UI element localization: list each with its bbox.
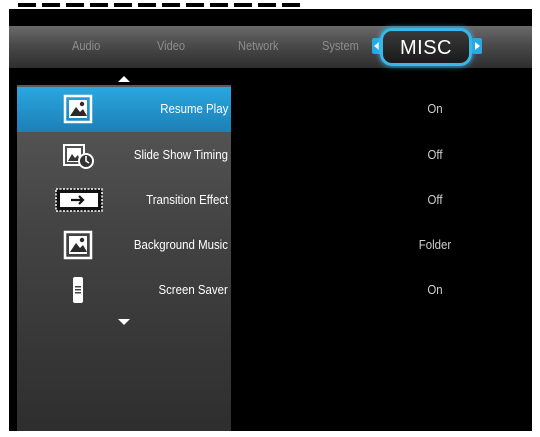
tab-audio[interactable]: Audio (72, 38, 100, 53)
border-dash (90, 3, 108, 7)
tab-misc[interactable]: MISC (380, 28, 472, 66)
border-dash (138, 3, 156, 7)
menu-item-slide-show-timing[interactable]: Slide Show Timing (17, 133, 231, 178)
screen-saver-value[interactable]: On (387, 282, 484, 297)
tab-network[interactable]: Network (238, 38, 279, 53)
transition-icon (55, 188, 103, 212)
border-dash (42, 3, 60, 7)
right-border (532, 0, 540, 437)
border-dash (114, 3, 132, 7)
border-dash (186, 3, 204, 7)
slide-show-timing-value[interactable]: Off (387, 147, 484, 162)
slideshow-timer-icon (63, 144, 94, 169)
menu-item-label: Background Music (133, 237, 228, 252)
tab-system[interactable]: System (322, 38, 359, 53)
menu-item-label: Slide Show Timing (133, 147, 228, 162)
border-dash (162, 3, 180, 7)
tab-video[interactable]: Video (157, 38, 185, 53)
scroll-down-icon[interactable] (118, 319, 130, 325)
background-music-value[interactable]: Folder (387, 237, 484, 252)
left-border (0, 0, 9, 437)
border-dash (210, 3, 228, 7)
border-dash (234, 3, 252, 7)
tab-misc-label: MISC (400, 37, 452, 59)
border-dash (18, 3, 36, 7)
scroll-up-icon[interactable] (118, 76, 130, 82)
resume-play-value[interactable]: On (387, 101, 484, 116)
menu-item-label: Transition Effect (145, 192, 228, 207)
tab-next-arrow-icon[interactable] (472, 38, 482, 54)
menu-item-screen-saver[interactable]: Screen Saver (17, 268, 231, 313)
menu-item-resume-play[interactable]: Resume Play (17, 87, 231, 132)
border-dash (258, 3, 276, 7)
remote-icon (73, 277, 83, 303)
photo-icon (63, 94, 93, 124)
menu-item-label: Screen Saver (158, 282, 228, 297)
menu-item-background-music[interactable]: Background Music (17, 223, 231, 268)
menu-item-transition-effect[interactable]: Transition Effect (17, 178, 231, 223)
music-photo-icon (63, 230, 93, 260)
border-dash (282, 3, 300, 7)
menu-item-label: Resume Play (159, 101, 228, 116)
bottom-border (0, 431, 540, 437)
top-border (0, 0, 540, 9)
transition-effect-value[interactable]: Off (387, 192, 484, 207)
border-dash (66, 3, 84, 7)
